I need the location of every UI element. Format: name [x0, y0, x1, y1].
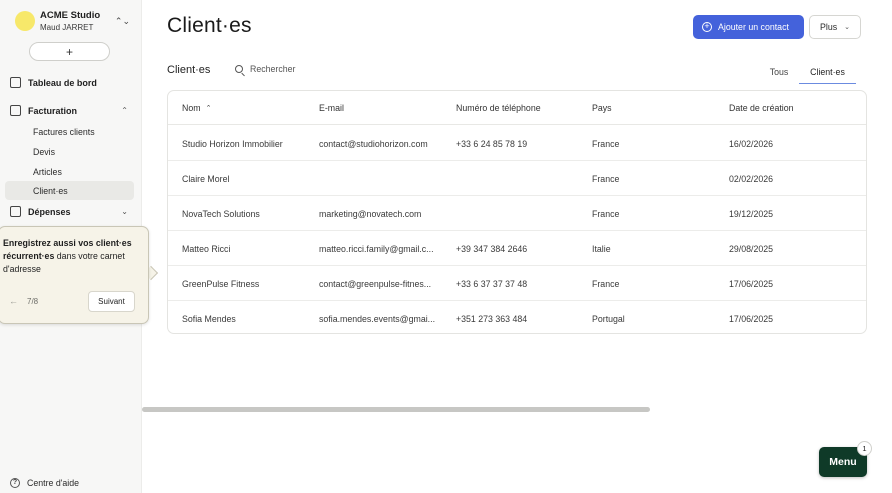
- cell-created: 19/12/2025: [729, 208, 774, 219]
- tooltip-bold-1: Enregistrez aussi vos client·es: [3, 238, 132, 248]
- tooltip-step-counter: 7/8: [27, 297, 39, 306]
- table-row[interactable]: NovaTech Solutions marketing@novatech.co…: [168, 196, 866, 231]
- cell-phone: [456, 161, 581, 196]
- cell-name: Claire Morel: [182, 173, 230, 184]
- help-icon: ?: [10, 478, 20, 488]
- sidebar-item-expenses[interactable]: Dépenses ⌄: [5, 202, 134, 221]
- cell-email: matteo.ricci.family@gmail.c...: [319, 243, 434, 254]
- wallet-icon: [10, 206, 21, 217]
- sidebar-item-label: Dépenses: [28, 206, 71, 217]
- onboarding-tooltip: Enregistrez aussi vos client·es récurren…: [0, 226, 149, 324]
- help-center-label: Centre d'aide: [27, 478, 80, 488]
- cell-name: Matteo Ricci: [182, 243, 231, 254]
- chevron-down-icon: ⌄: [121, 207, 128, 216]
- filter-tab-clients[interactable]: Client·es: [799, 60, 856, 84]
- tooltip-bold-2: récurrent·es: [3, 251, 55, 261]
- new-item-button[interactable]: +: [29, 42, 110, 61]
- sidebar-item-label: Facturation: [28, 105, 78, 116]
- search-input[interactable]: Rechercher: [235, 64, 295, 74]
- tooltip-next-button[interactable]: Suivant: [88, 291, 135, 312]
- cell-created: 17/06/2025: [729, 278, 774, 289]
- column-header-country[interactable]: Pays: [592, 91, 612, 125]
- workspace-user: Maud JARRET: [40, 22, 94, 32]
- chevron-up-down-icon: ⌃⌄: [114, 15, 130, 26]
- cell-country: France: [592, 208, 620, 219]
- sidebar-item-label: Tableau de bord: [28, 77, 97, 88]
- search-icon: [235, 65, 243, 73]
- add-contact-button[interactable]: + Ajouter un contact: [693, 15, 804, 39]
- more-label: Plus: [820, 22, 838, 32]
- workspace-info: ACME Studio Maud JARRET: [40, 10, 100, 33]
- workspace-name: ACME Studio: [40, 9, 101, 21]
- chevron-down-icon: ⌄: [844, 24, 850, 31]
- table-row[interactable]: Sofia Mendes sofia.mendes.events@gmai...…: [168, 301, 866, 333]
- cell-email: contact@studiohorizon.com: [319, 138, 428, 149]
- filter-tab-all[interactable]: Tous: [763, 60, 795, 84]
- cell-country: France: [592, 138, 620, 149]
- notification-badge: 1: [857, 441, 872, 456]
- workspace-avatar: [15, 11, 35, 31]
- cell-name: NovaTech Solutions: [182, 208, 260, 219]
- table-header: Nom ⌃ E-mail Numéro de téléphone Pays Da…: [168, 91, 866, 125]
- cell-email: marketing@novatech.com: [319, 208, 422, 219]
- table-row[interactable]: GreenPulse Fitness contact@greenpulse-fi…: [168, 266, 866, 301]
- column-header-email[interactable]: E-mail: [319, 91, 344, 125]
- column-header-created[interactable]: Date de création: [729, 91, 794, 125]
- help-center-link[interactable]: ? Centre d'aide: [10, 478, 79, 488]
- cell-email: sofia.mendes.events@gmai...: [319, 313, 436, 324]
- section-title: Client·es: [167, 64, 211, 76]
- cell-phone: [456, 196, 581, 231]
- arrow-left-icon[interactable]: ←: [9, 296, 18, 306]
- horizontal-scrollbar[interactable]: [142, 407, 650, 412]
- cell-country: France: [592, 173, 620, 184]
- plus-circle-icon: +: [702, 22, 712, 32]
- cell-country: Italie: [592, 243, 611, 254]
- cell-created: 02/02/2026: [729, 173, 774, 184]
- add-contact-label: Ajouter un contact: [718, 22, 789, 32]
- cell-name: Studio Horizon Immobilier: [182, 138, 283, 149]
- cell-created: 29/08/2025: [729, 243, 774, 254]
- cell-phone: +33 6 24 85 78 19: [456, 138, 528, 149]
- search-placeholder: Rechercher: [250, 64, 296, 74]
- sidebar-item-dashboard[interactable]: Tableau de bord: [5, 73, 134, 92]
- sidebar-item-billing[interactable]: Facturation ⌃: [5, 101, 134, 120]
- column-header-phone[interactable]: Numéro de téléphone: [456, 91, 541, 125]
- more-button[interactable]: Plus ⌄: [809, 15, 861, 39]
- page-title: Client·es: [167, 14, 252, 37]
- chevron-up-icon: ⌃: [121, 106, 128, 115]
- app-window: ACME Studio Maud JARRET ⌃⌄ + Tableau de …: [0, 0, 892, 493]
- sidebar-subitem-clients[interactable]: Client·es: [5, 181, 134, 200]
- cell-created: 17/06/2025: [729, 313, 774, 324]
- table-row[interactable]: Studio Horizon Immobilier contact@studio…: [168, 126, 866, 161]
- cell-phone: +33 6 37 37 37 48: [456, 278, 528, 289]
- table-row[interactable]: Matteo Ricci matteo.ricci.family@gmail.c…: [168, 231, 866, 266]
- cell-created: 16/02/2026: [729, 138, 774, 149]
- cell-email: [319, 161, 444, 196]
- cell-email: contact@greenpulse-fitnes...: [319, 278, 432, 289]
- sidebar-subitem-quotes[interactable]: Devis: [5, 142, 134, 161]
- column-header-label: Nom: [182, 103, 201, 113]
- sidebar-subitem-invoices[interactable]: Factures clients: [5, 122, 134, 141]
- monitor-icon: [10, 77, 21, 88]
- workspace-switcher[interactable]: ACME Studio Maud JARRET ⌃⌄: [15, 9, 130, 33]
- table-row[interactable]: Claire Morel France 02/02/2026: [168, 161, 866, 196]
- sidebar-subitem-articles[interactable]: Articles: [5, 162, 134, 181]
- column-header-name[interactable]: Nom ⌃: [182, 91, 211, 125]
- tooltip-text: Enregistrez aussi vos client·es récurren…: [3, 237, 143, 276]
- cell-country: Portugal: [592, 313, 625, 324]
- cell-phone: +39 347 384 2646: [456, 243, 528, 254]
- sort-ascending-icon: ⌃: [205, 105, 212, 112]
- cell-name: GreenPulse Fitness: [182, 278, 260, 289]
- clients-table: Nom ⌃ E-mail Numéro de téléphone Pays Da…: [167, 90, 867, 334]
- cell-phone: +351 273 363 484: [456, 313, 528, 324]
- cell-country: France: [592, 278, 620, 289]
- cell-name: Sofia Mendes: [182, 313, 236, 324]
- invoice-icon: [10, 105, 21, 116]
